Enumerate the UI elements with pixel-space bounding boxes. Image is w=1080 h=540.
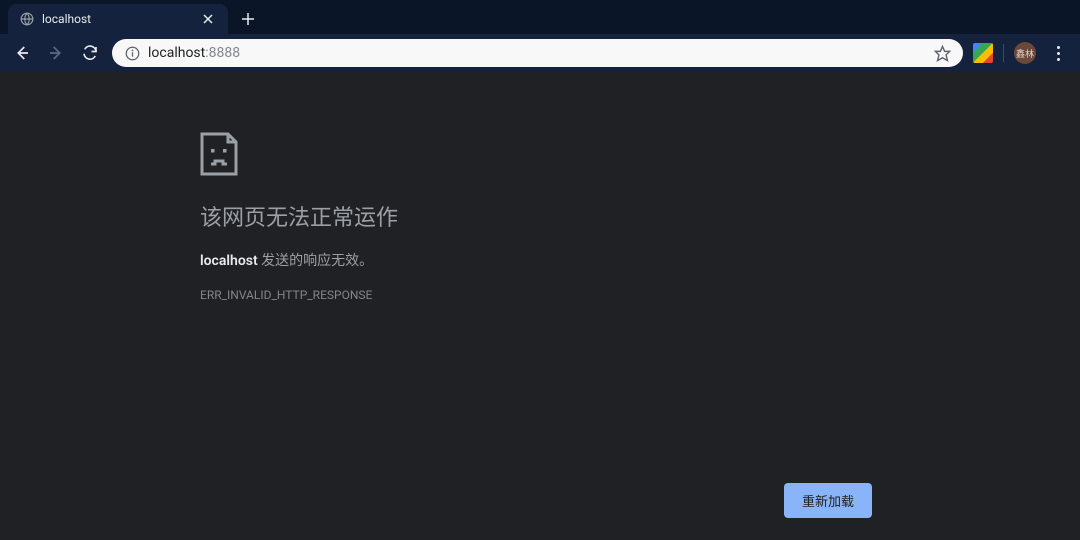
sad-page-icon: [200, 132, 398, 176]
tab-title: localhost: [42, 12, 192, 26]
bookmark-star-icon[interactable]: [933, 44, 951, 62]
reload-page-button[interactable]: 重新加载: [784, 483, 872, 518]
error-host: localhost: [200, 253, 258, 269]
back-button[interactable]: [10, 41, 34, 65]
error-desc-rest: 发送的响应无效。: [258, 253, 373, 269]
error-description: localhost 发送的响应无效。: [200, 250, 398, 270]
menu-button[interactable]: [1046, 41, 1070, 65]
avatar-text: 鑫林: [1016, 47, 1034, 60]
page-content: 该网页无法正常运作 localhost 发送的响应无效。 ERR_INVALID…: [0, 72, 1080, 540]
reload-button[interactable]: [78, 41, 102, 65]
globe-icon: [20, 12, 34, 26]
error-code: ERR_INVALID_HTTP_RESPONSE: [200, 288, 398, 302]
url-host: localhost: [148, 45, 205, 61]
error-block: 该网页无法正常运作 localhost 发送的响应无效。 ERR_INVALID…: [200, 132, 398, 302]
browser-tab[interactable]: localhost: [8, 4, 228, 34]
new-tab-button[interactable]: [234, 5, 262, 33]
extension-icon[interactable]: [973, 43, 993, 63]
close-icon[interactable]: [200, 11, 216, 27]
url-port: :8888: [205, 45, 240, 61]
url-text: localhost:8888: [148, 45, 925, 61]
separator: [1003, 44, 1004, 62]
error-title: 该网页无法正常运作: [200, 200, 398, 232]
tab-strip: localhost: [0, 0, 1080, 34]
info-icon[interactable]: [124, 45, 140, 61]
toolbar: localhost:8888 鑫林: [0, 34, 1080, 72]
profile-avatar[interactable]: 鑫林: [1014, 42, 1036, 64]
forward-button[interactable]: [44, 41, 68, 65]
address-bar[interactable]: localhost:8888: [112, 39, 963, 67]
